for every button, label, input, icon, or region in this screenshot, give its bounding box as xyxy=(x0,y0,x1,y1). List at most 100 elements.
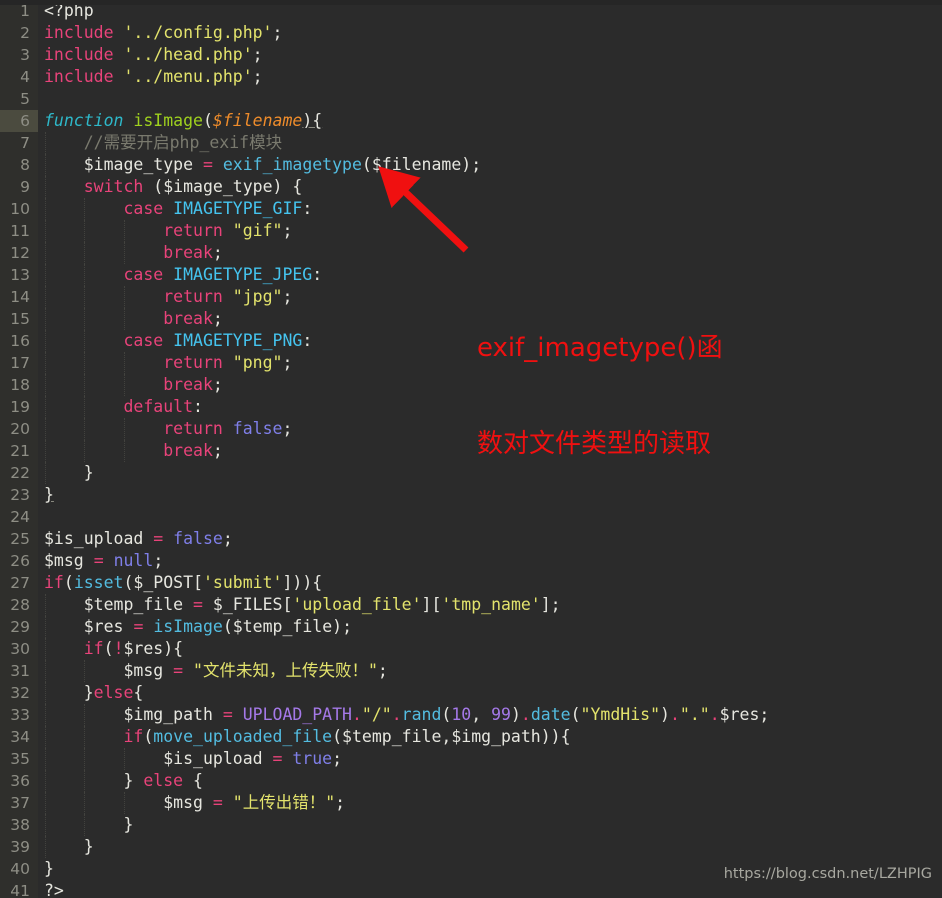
code-line[interactable]: 14 return "jpg"; xyxy=(0,286,942,308)
code-line[interactable]: 13 case IMAGETYPE_JPEG: xyxy=(0,264,942,286)
line-number: 8 xyxy=(20,156,30,174)
code-token: //需要开启php_exif模块 xyxy=(44,133,283,152)
code-token: return xyxy=(163,419,223,438)
code-token: ( xyxy=(222,617,233,636)
code-token: ( xyxy=(202,111,213,130)
code-line[interactable]: 25 $is_upload = false; xyxy=(0,528,942,550)
code-line[interactable]: 12 break; xyxy=(0,242,942,264)
code-token: if xyxy=(123,727,144,746)
code-token: ! xyxy=(113,639,124,658)
code-token: break xyxy=(163,441,213,460)
code-token: isImage xyxy=(133,111,203,130)
code-token: "/" xyxy=(361,705,392,724)
code-token: date xyxy=(530,705,571,724)
code-token: false xyxy=(232,419,283,438)
code-line-text: if(isset($_POST['submit'])){ xyxy=(44,572,322,594)
code-line-text: default: xyxy=(44,396,203,418)
code-line[interactable]: 23} xyxy=(0,484,942,506)
code-token: $_POST xyxy=(133,573,194,592)
code-line[interactable]: 3 include '../head.php'; xyxy=(0,44,942,66)
code-token: "上传出错！" xyxy=(232,793,336,812)
code-line[interactable]: 34 if(move_uploaded_file($temp_file,$img… xyxy=(0,726,942,748)
code-token: "gif" xyxy=(232,221,283,240)
code-token: ; xyxy=(212,243,223,262)
code-line[interactable]: 16 case IMAGETYPE_PNG: xyxy=(0,330,942,352)
code-token: switch xyxy=(83,177,144,196)
code-line[interactable]: 28 $temp_file = $_FILES['upload_file']['… xyxy=(0,594,942,616)
code-line[interactable]: 30 if(!$res){ xyxy=(0,638,942,660)
code-token: ) xyxy=(660,705,670,724)
code-token: : xyxy=(193,397,203,416)
code-surface[interactable]: 1 <?php 2 include '../config.php'; 3 include … xyxy=(0,0,942,898)
code-line[interactable]: 20 return false; xyxy=(0,418,942,440)
code-token: } xyxy=(44,837,94,856)
line-number: 26 xyxy=(10,552,30,570)
code-token: "YmdHis" xyxy=(580,705,661,724)
code-line[interactable]: 31 $msg = "文件未知，上传失败！"; xyxy=(0,660,942,682)
code-token: 'submit' xyxy=(202,573,283,592)
code-token: ; xyxy=(282,353,293,372)
code-token: . xyxy=(391,705,402,724)
code-line[interactable]: 4 include '../menu.php'; xyxy=(0,66,942,88)
code-token: if xyxy=(83,639,104,658)
code-line[interactable]: 24 xyxy=(0,506,942,528)
code-line[interactable]: 27 if(isset($_POST['submit'])){ xyxy=(0,572,942,594)
code-token: = xyxy=(153,529,164,548)
code-token: $temp_file xyxy=(342,727,442,746)
code-line[interactable]: 10 case IMAGETYPE_GIF: xyxy=(0,198,942,220)
code-line[interactable]: 19 default: xyxy=(0,396,942,418)
code-line[interactable]: 33 $img_path = UPLOAD_PATH."/".rand(10, … xyxy=(0,704,942,726)
code-token: [ xyxy=(193,573,203,592)
code-line[interactable]: 35 $is_upload = true; xyxy=(0,748,942,770)
code-line[interactable]: 37 $msg = "上传出错！"; xyxy=(0,792,942,814)
code-token: "jpg" xyxy=(232,287,283,306)
code-token: ( xyxy=(143,727,154,746)
line-number: 36 xyxy=(10,772,30,790)
code-line-text: case IMAGETYPE_JPEG: xyxy=(44,264,322,286)
code-line[interactable]: 26 $msg = null; xyxy=(0,550,942,572)
code-line[interactable]: 11 return "gif"; xyxy=(0,220,942,242)
code-line[interactable]: 36 } else { xyxy=(0,770,942,792)
code-line[interactable]: 6 function isImage($filename){ xyxy=(0,110,942,132)
code-line[interactable]: 5 xyxy=(0,88,942,110)
code-line[interactable]: 22 } xyxy=(0,462,942,484)
code-line[interactable]: 18 break; xyxy=(0,374,942,396)
code-line[interactable]: 38 } xyxy=(0,814,942,836)
code-line-text: break; xyxy=(44,308,223,330)
code-line[interactable]: 21 break; xyxy=(0,440,942,462)
code-line[interactable]: 9 switch ($image_type) { xyxy=(0,176,942,198)
code-line[interactable]: 41 ?> xyxy=(0,880,942,898)
code-line-text: $image_type = exif_imagetype($filename); xyxy=(44,154,481,176)
code-line[interactable]: 17 return "png"; xyxy=(0,352,942,374)
code-line[interactable]: 29 $res = isImage($temp_file); xyxy=(0,616,942,638)
code-line[interactable]: 15 break; xyxy=(0,308,942,330)
line-number: 11 xyxy=(10,222,30,240)
code-line[interactable]: 32 }else{ xyxy=(0,682,942,704)
code-line-text: function isImage($filename){ xyxy=(44,110,322,132)
code-line-text: $msg = null; xyxy=(44,550,163,572)
code-line[interactable]: 7 //需要开启php_exif模块 xyxy=(0,132,942,154)
code-line[interactable]: 39 } xyxy=(0,836,942,858)
code-token: '../menu.php' xyxy=(123,67,253,86)
code-token: 99 xyxy=(491,705,511,724)
code-token: ( xyxy=(143,177,164,196)
code-token: exif_imagetype xyxy=(222,155,362,174)
code-token: ( xyxy=(361,155,372,174)
code-token: $img_path xyxy=(451,727,541,746)
code-line[interactable]: 2 include '../config.php'; xyxy=(0,22,942,44)
code-token: ; xyxy=(272,23,283,42)
code-token: break xyxy=(163,243,213,262)
code-line[interactable]: 8 $image_type = exif_imagetype($filename… xyxy=(0,154,942,176)
code-token: ; xyxy=(282,287,293,306)
